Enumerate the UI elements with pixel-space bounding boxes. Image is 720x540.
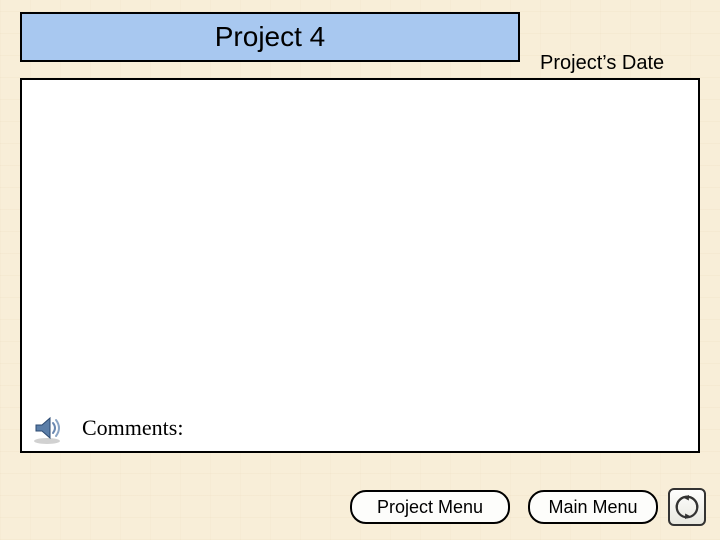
speaker-icon[interactable] <box>30 411 64 445</box>
comments-row: Comments: <box>22 405 698 451</box>
content-panel: Comments: <box>20 78 700 453</box>
main-menu-button[interactable]: Main Menu <box>528 490 658 524</box>
return-icon[interactable] <box>668 488 706 526</box>
title-bar: Project 4 <box>20 12 520 62</box>
comments-label: Comments: <box>82 415 183 441</box>
project-menu-label: Project Menu <box>377 497 483 518</box>
project-menu-button[interactable]: Project Menu <box>350 490 510 524</box>
page-title: Project 4 <box>215 21 326 53</box>
main-menu-label: Main Menu <box>548 497 637 518</box>
project-date-label: Project’s Date <box>540 52 664 75</box>
